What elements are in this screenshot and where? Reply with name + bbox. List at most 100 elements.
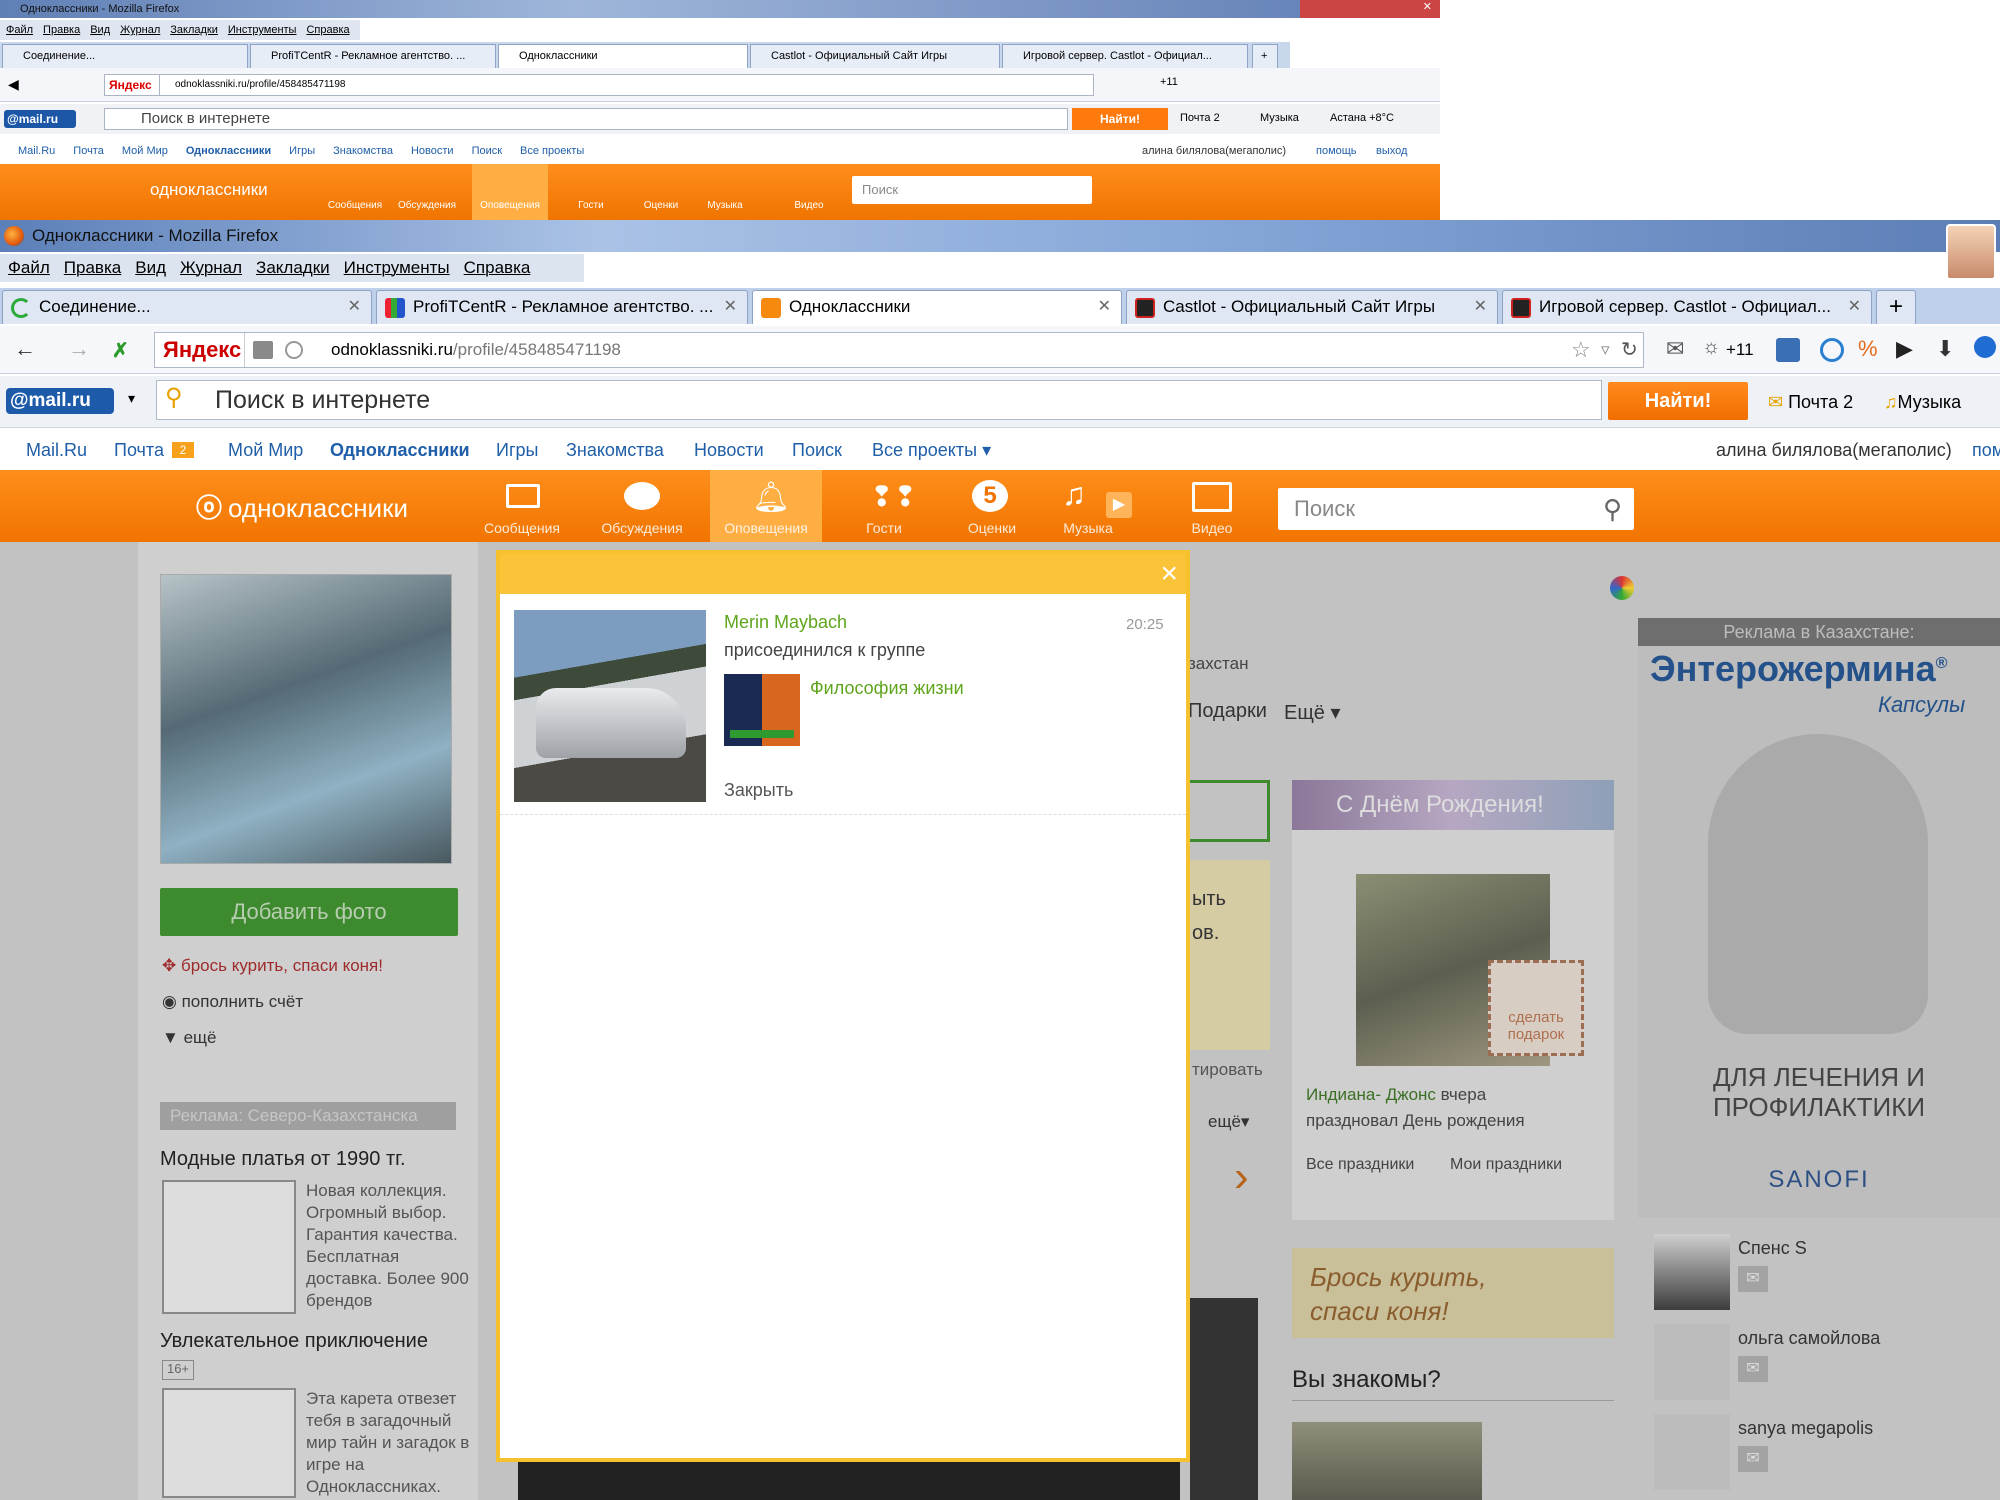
bg-yandex-button[interactable]: Яндекс	[104, 74, 160, 96]
bg-menu-bookmarks[interactable]: Закладки	[170, 24, 218, 36]
bg-back-icon[interactable]: ◀	[8, 76, 19, 93]
bg-project-news[interactable]: Новости	[411, 145, 454, 157]
bg-project-mail[interactable]: Почта	[73, 145, 104, 157]
ad1-image[interactable]	[162, 1180, 296, 1314]
friend-avatar[interactable]	[1654, 1414, 1730, 1490]
bg-mailru-logo[interactable]: @mail.ru	[4, 110, 76, 128]
music-link[interactable]: ♫Музыка	[1884, 388, 1961, 416]
nav-video[interactable]: Видео	[1162, 470, 1262, 542]
gifts-tab[interactable]: Подарки	[1188, 700, 1267, 723]
bg-nav-guests[interactable]: Гости	[556, 200, 626, 211]
bg-nav-ratings[interactable]: Оценки	[626, 200, 696, 211]
friend-name[interactable]: ольга самойлова	[1738, 1328, 1880, 1349]
bg-menu-history[interactable]: Журнал	[120, 24, 160, 36]
bg-url-field[interactable]: odnoklassniki.ru/profile/458485471198	[104, 74, 1094, 96]
web-search-input[interactable]: ⚲ Поиск в интернете	[156, 380, 1602, 420]
tab-castlot[interactable]: Castlot - Официальный Сайт Игры ✕	[1126, 290, 1498, 324]
group-link[interactable]: Философия жизни	[810, 678, 964, 699]
forward-icon[interactable]: →	[68, 336, 90, 362]
nav-guests[interactable]: ❢❢ Гости	[834, 470, 934, 542]
ad1-title[interactable]: Модные платья от 1990 тг.	[160, 1148, 406, 1171]
dismiss-link[interactable]: Закрыть	[724, 780, 793, 801]
bg-tab-castlot-server[interactable]: Игровой сервер. Castlot - Официал...	[1002, 44, 1248, 68]
ad1-text[interactable]: Новая коллекция. Огромный выбор. Гаранти…	[306, 1180, 476, 1312]
page-list-icon[interactable]	[253, 341, 273, 359]
add-photo-button[interactable]: Добавить фото	[160, 888, 458, 936]
chevron-down-icon[interactable]: ▾	[128, 390, 135, 407]
bg-nav-notifications[interactable]: Оповещения	[472, 164, 548, 220]
feed-more-link[interactable]: ещё▾	[1208, 1112, 1249, 1132]
bg-ok-search-input[interactable]: Поиск	[852, 176, 1092, 204]
comment-link-fragment[interactable]: тировать	[1192, 1060, 1263, 1080]
close-tab-icon[interactable]: ✕	[1474, 291, 1487, 323]
project-odnoklassniki[interactable]: Одноклассники	[330, 430, 470, 470]
message-icon[interactable]: ✉	[1738, 1266, 1768, 1292]
close-icon[interactable]: ×	[1160, 554, 1178, 594]
status-input-fragment[interactable]	[1190, 780, 1270, 842]
bg-menu-edit[interactable]: Правка	[43, 24, 80, 36]
bg-notify-count[interactable]: +11	[1160, 76, 1178, 88]
nav-discussions[interactable]: Обсуждения	[586, 470, 698, 542]
menu-file[interactable]: Файл	[8, 258, 50, 277]
nav-notifications[interactable]: 🔔︎ Оповещения	[710, 470, 822, 542]
user-name[interactable]: алина билялова(мегаполис)	[1716, 430, 1952, 470]
bg-logout-link[interactable]: выход	[1376, 138, 1407, 164]
friend-avatar[interactable]	[1654, 1324, 1730, 1400]
ok-search-input[interactable]: Поиск ⚲	[1278, 488, 1634, 530]
bg-project-ok[interactable]: Одноклассники	[186, 145, 271, 157]
new-tab-button[interactable]: +	[1876, 290, 1916, 324]
menu-help[interactable]: Справка	[464, 258, 531, 277]
all-holidays-link[interactable]: Все праздники	[1306, 1156, 1414, 1174]
menu-bookmarks[interactable]: Закладки	[256, 258, 330, 277]
menu-edit[interactable]: Правка	[64, 258, 121, 277]
bg-find-button[interactable]: Найти!	[1072, 108, 1168, 130]
bookmark-check-icon[interactable]: ✗	[112, 338, 138, 362]
nav-music[interactable]: ♫ ▶ Музыка	[1038, 470, 1138, 542]
mail-icon[interactable]: ✉	[1666, 336, 1684, 362]
notification-count[interactable]: +11	[1726, 340, 1754, 360]
ad2-text[interactable]: Эта карета отвезет тебя в загадочный мир…	[306, 1388, 476, 1498]
bg-user-name[interactable]: алина билялова(мегаполис)	[1142, 138, 1286, 164]
search-icon[interactable]: ⚲	[1603, 488, 1622, 530]
menu-tools[interactable]: Инструменты	[344, 258, 450, 277]
tab-castlot-server[interactable]: Игровой сервер. Castlot - Официал... ✕	[1502, 290, 1872, 324]
user-avatar[interactable]	[1946, 224, 1996, 280]
bg-nav-messages[interactable]: Сообщения	[320, 200, 390, 211]
mail-link[interactable]: ✉ Почта 2	[1768, 388, 1853, 416]
bg-ok-logo[interactable]: одноклассники	[150, 180, 268, 200]
bg-web-search-input[interactable]: Поиск в интернете	[104, 108, 1068, 130]
percent-icon[interactable]: %	[1858, 336, 1878, 362]
close-tab-icon[interactable]: ✕	[1098, 291, 1111, 323]
download-icon[interactable]: ⬇	[1936, 336, 1954, 362]
ad2-title[interactable]: Увлекательное приключение	[160, 1330, 428, 1353]
tab-connecting[interactable]: Соединение... ✕	[2, 290, 372, 324]
help-link[interactable]: пом	[1972, 430, 2000, 470]
bg-project-mymir[interactable]: Мой Мир	[122, 145, 168, 157]
make-gift-button[interactable]: сделать подарок	[1488, 960, 1584, 1056]
friend-name[interactable]: Спенс S	[1738, 1238, 1807, 1259]
bg-mail-link[interactable]: Почта 2	[1180, 112, 1220, 124]
extension-icon[interactable]	[1776, 338, 1800, 362]
close-tab-icon[interactable]: ✕	[348, 291, 361, 323]
bg-help-link[interactable]: помощь	[1316, 138, 1357, 164]
friend-avatar[interactable]	[1654, 1234, 1730, 1310]
mailru-logo[interactable]: @mail.ru	[6, 388, 114, 414]
project-mymir[interactable]: Мой Мир	[228, 430, 303, 470]
bg-menu-tools[interactable]: Инструменты	[228, 24, 297, 36]
ad2-image[interactable]	[162, 1388, 296, 1498]
star-icon[interactable]: ☆	[1571, 333, 1591, 367]
find-button[interactable]: Найти!	[1608, 382, 1748, 420]
bg-tab-odnoklassniki[interactable]: Одноклассники	[498, 44, 748, 68]
bg-project-dating[interactable]: Знакомства	[333, 145, 393, 157]
project-search[interactable]: Поиск	[792, 430, 842, 470]
group-image[interactable]	[724, 674, 800, 746]
friend-name[interactable]: sanya megapolis	[1738, 1418, 1873, 1439]
close-tab-icon[interactable]: ✕	[1848, 291, 1861, 323]
bg-music-link[interactable]: Музыка	[1260, 112, 1299, 124]
url-field[interactable]: Яндекс odnoklassniki.ru/profile/45848547…	[154, 332, 1644, 368]
profile-photo[interactable]	[160, 574, 452, 864]
project-news[interactable]: Новости	[694, 430, 764, 470]
message-icon[interactable]: ✉	[1738, 1446, 1768, 1472]
project-all[interactable]: Все проекты ▾	[872, 430, 991, 470]
bg-tab-connecting[interactable]: Соединение...	[2, 44, 248, 68]
